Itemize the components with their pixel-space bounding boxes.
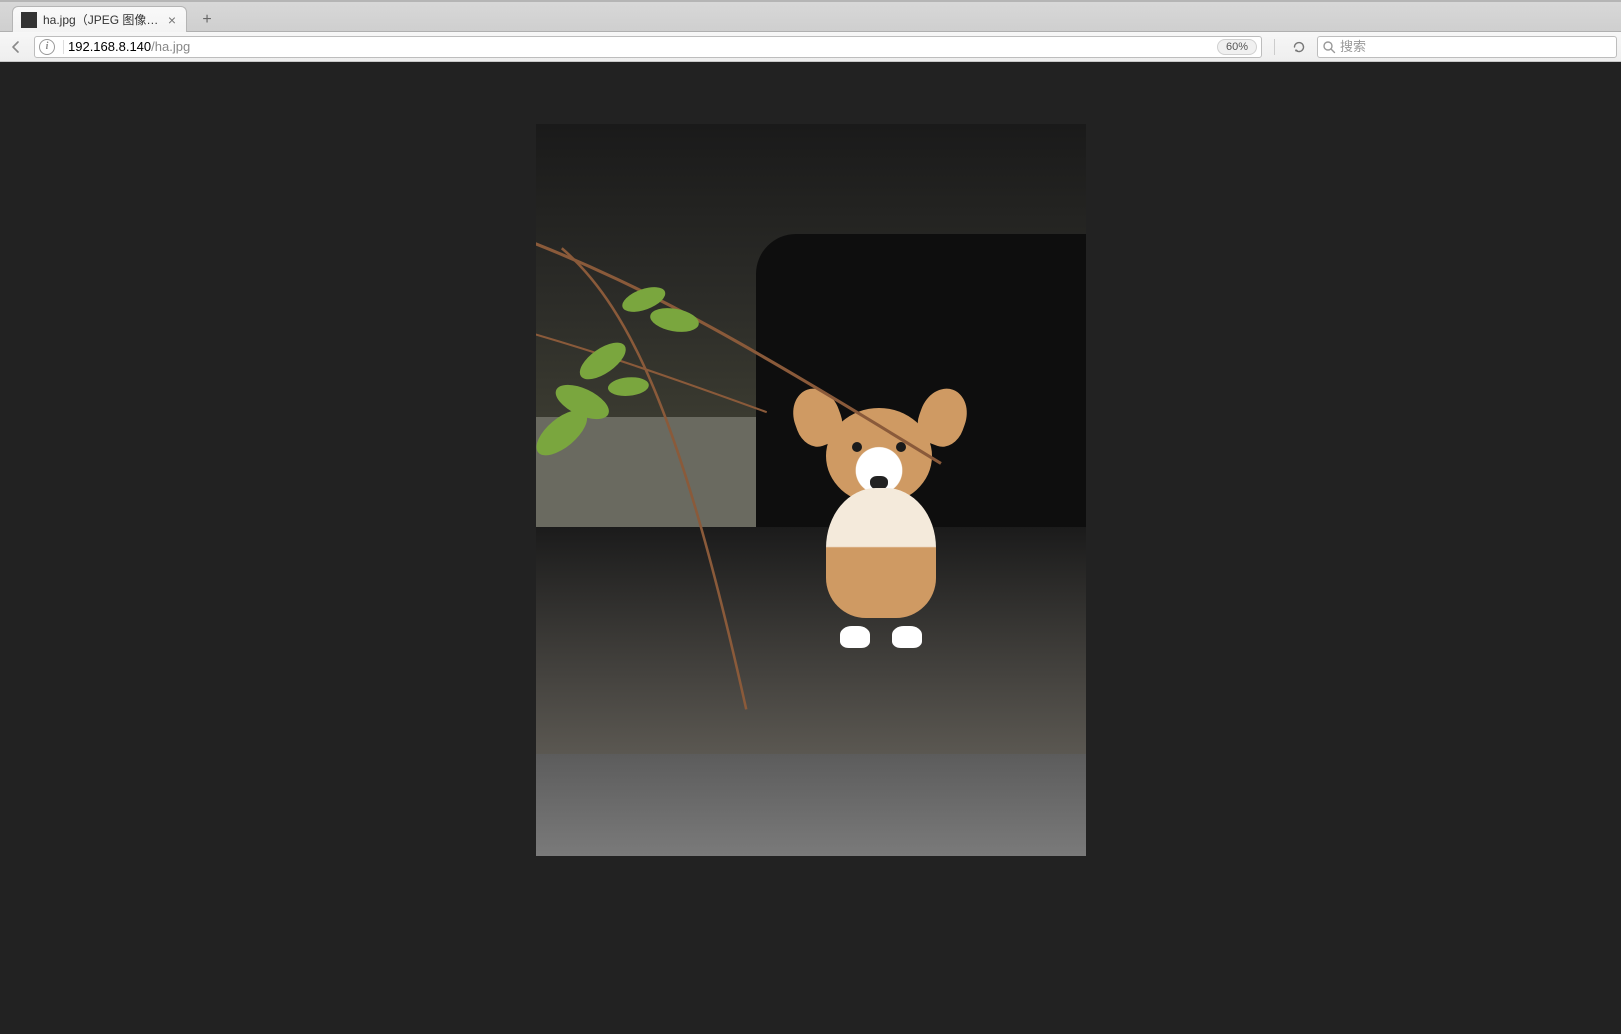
arrow-left-icon [8, 39, 24, 55]
image-subject-dog [800, 388, 960, 648]
toolbar-divider [1274, 39, 1275, 55]
back-button[interactable] [4, 35, 28, 59]
url-separator [63, 40, 64, 54]
tab-strip: ha.jpg（JPEG 图像，... × + [0, 2, 1621, 32]
content-viewport[interactable] [0, 62, 1621, 1034]
reload-button[interactable] [1287, 35, 1311, 59]
site-info-icon[interactable]: i [39, 39, 55, 55]
image-region [536, 754, 1086, 856]
tab-close-button[interactable]: × [164, 12, 180, 28]
search-icon [1322, 40, 1336, 54]
tab-title: ha.jpg（JPEG 图像，... [43, 11, 164, 28]
url-path: /ha.jpg [151, 39, 190, 54]
displayed-image[interactable] [536, 124, 1086, 856]
url-bar[interactable]: i 192.168.8.140/ha.jpg 60% [34, 36, 1262, 58]
search-input[interactable] [1340, 39, 1612, 54]
url-text[interactable]: 192.168.8.140/ha.jpg [68, 39, 1211, 54]
toolbar: i 192.168.8.140/ha.jpg 60% [0, 32, 1621, 62]
browser-tab[interactable]: ha.jpg（JPEG 图像，... × [12, 6, 187, 32]
zoom-level-badge[interactable]: 60% [1217, 39, 1257, 55]
url-host: 192.168.8.140 [68, 39, 151, 54]
new-tab-button[interactable]: + [195, 9, 219, 31]
search-bar[interactable] [1317, 36, 1617, 58]
tab-favicon [21, 12, 37, 28]
reload-icon [1291, 39, 1307, 55]
